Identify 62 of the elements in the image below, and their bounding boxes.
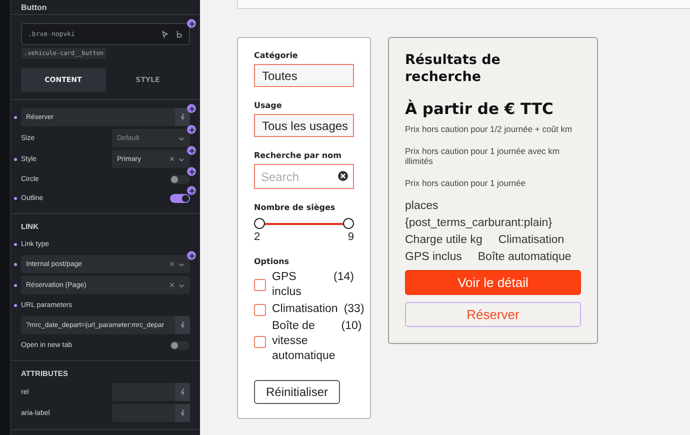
chevron-down-icon bbox=[178, 156, 185, 162]
select-field[interactable]: Tous les usages bbox=[254, 114, 354, 137]
checkbox[interactable] bbox=[254, 279, 266, 291]
feature-text: Climatisation bbox=[498, 234, 564, 246]
feature-text: places bbox=[405, 200, 438, 212]
feature-text: GPS inclus bbox=[405, 251, 462, 263]
toggle-switch[interactable] bbox=[170, 340, 190, 350]
add-icon[interactable] bbox=[187, 19, 196, 28]
toggle-switch[interactable] bbox=[170, 194, 190, 202]
checkbox[interactable] bbox=[254, 304, 266, 316]
results-title: Résultats de recherche bbox=[405, 52, 502, 86]
price-heading: À partir de € TTC bbox=[405, 100, 554, 118]
option-label: Boîte de vitesse automatique bbox=[272, 319, 336, 364]
clear-icon bbox=[169, 156, 175, 162]
clear-icon bbox=[169, 282, 175, 288]
toggle-switch[interactable] bbox=[170, 174, 190, 184]
chevron-down-icon bbox=[178, 282, 185, 288]
b-icon bbox=[175, 30, 183, 38]
text-field[interactable] bbox=[112, 383, 190, 401]
filter-label: Usage bbox=[254, 101, 283, 110]
select-field[interactable]: Toutes bbox=[254, 64, 354, 87]
chevron-down-icon bbox=[178, 134, 185, 142]
text-field[interactable] bbox=[112, 404, 190, 422]
reset-button[interactable]: Réinitialiser bbox=[254, 380, 340, 404]
cursor-icon bbox=[161, 30, 169, 38]
feature-text: {post_terms_carburant:plain} bbox=[405, 217, 552, 229]
add-icon[interactable] bbox=[187, 104, 196, 113]
option-label: GPS inclus bbox=[272, 270, 302, 300]
add-icon[interactable] bbox=[187, 167, 196, 176]
price-note: Prix hors caution pour 1 journée bbox=[405, 178, 526, 188]
chevron-down-icon bbox=[178, 260, 185, 268]
feature-text: Charge utile kg bbox=[405, 234, 482, 246]
add-icon[interactable] bbox=[187, 186, 196, 195]
option-count: (33) bbox=[344, 302, 364, 317]
search-field[interactable]: Search bbox=[254, 164, 354, 189]
price-note: Prix hors caution pour 1/2 journée + coût km bbox=[405, 124, 574, 134]
slider-handle[interactable] bbox=[343, 218, 354, 229]
option-label: Climatisation bbox=[272, 302, 338, 317]
lightning-icon bbox=[178, 409, 186, 417]
panel-title: Button bbox=[21, 2, 47, 14]
lightning-icon bbox=[178, 388, 186, 396]
clear-icon bbox=[169, 261, 175, 267]
add-icon[interactable] bbox=[187, 125, 196, 134]
lightning-icon bbox=[178, 321, 186, 329]
range-slider[interactable] bbox=[254, 218, 354, 229]
detail-button[interactable]: Voir le détail bbox=[405, 270, 581, 295]
add-icon[interactable] bbox=[187, 146, 196, 155]
filter-label: Catégorie bbox=[254, 51, 299, 60]
feature-text: Boîte automatique bbox=[478, 251, 572, 263]
clear-icon[interactable] bbox=[338, 171, 348, 181]
range-max: 9 bbox=[348, 231, 354, 243]
option-count: (10) bbox=[341, 319, 362, 334]
filter-label: Options bbox=[254, 257, 290, 266]
price-note: Prix hors caution pour 1 journée avec km illimités bbox=[405, 146, 560, 166]
option-count: (14) bbox=[334, 270, 354, 285]
lightning-icon bbox=[178, 113, 186, 121]
range-min: 2 bbox=[254, 231, 260, 243]
filter-label: Nombre de sièges bbox=[254, 203, 336, 212]
filter-label: Recherche par nom bbox=[254, 151, 342, 160]
slider-handle[interactable] bbox=[254, 218, 265, 229]
add-icon[interactable] bbox=[187, 251, 196, 260]
checkbox[interactable] bbox=[254, 336, 266, 348]
